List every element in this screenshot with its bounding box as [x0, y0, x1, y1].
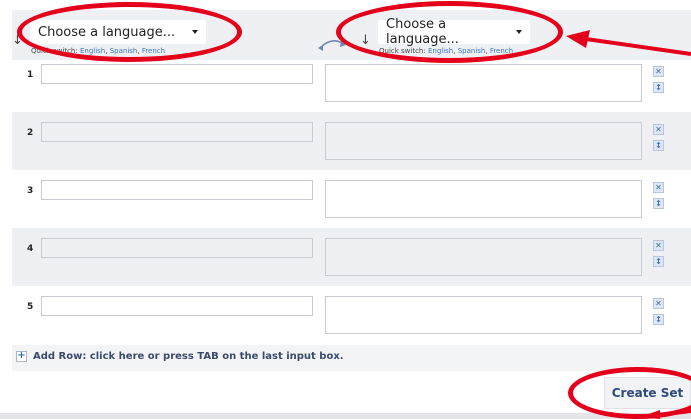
term-input[interactable] [41, 238, 313, 258]
row-number: 1 [27, 70, 34, 80]
delete-row-icon[interactable]: ✕ [653, 124, 664, 135]
definition-input[interactable] [325, 180, 642, 218]
table-row: 3 ✕ ↕ [12, 170, 691, 228]
row-number: 3 [27, 186, 34, 196]
row-number: 5 [27, 302, 34, 312]
move-row-icon[interactable]: ↕ [653, 198, 664, 209]
annotation-circle-source-language [17, 2, 242, 62]
footer-bar [0, 413, 691, 419]
definition-input[interactable] [325, 122, 642, 160]
definition-input[interactable] [325, 238, 642, 276]
table-row: 5 ✕ ↕ [12, 286, 691, 344]
annotation-circle-target-language [336, 1, 563, 63]
annotation-arrow-icon [566, 30, 691, 56]
delete-row-icon[interactable]: ✕ [653, 182, 664, 193]
delete-row-icon[interactable]: ✕ [653, 240, 664, 251]
delete-row-icon[interactable]: ✕ [653, 298, 664, 309]
definition-input[interactable] [325, 296, 642, 334]
term-input[interactable] [41, 180, 313, 200]
annotation-arrow-icon [640, 409, 691, 419]
plus-icon: + [16, 350, 27, 362]
move-row-icon[interactable]: ↕ [653, 314, 664, 325]
row-number: 2 [27, 128, 34, 138]
move-row-icon[interactable]: ↕ [653, 256, 664, 267]
add-row-link[interactable]: + Add Row: click here or press TAB on th… [12, 345, 691, 371]
term-input[interactable] [41, 122, 313, 142]
add-row-label: Add Row: click here or press TAB on the … [33, 351, 344, 362]
table-row: 2 ✕ ↕ [12, 112, 691, 170]
move-row-icon[interactable]: ↕ [653, 140, 664, 151]
row-number: 4 [27, 244, 34, 254]
term-input[interactable] [41, 296, 313, 316]
term-input[interactable] [41, 64, 313, 84]
table-row: 4 ✕ ↕ [12, 228, 691, 286]
definition-input[interactable] [325, 64, 642, 102]
move-row-icon[interactable]: ↕ [653, 82, 664, 93]
